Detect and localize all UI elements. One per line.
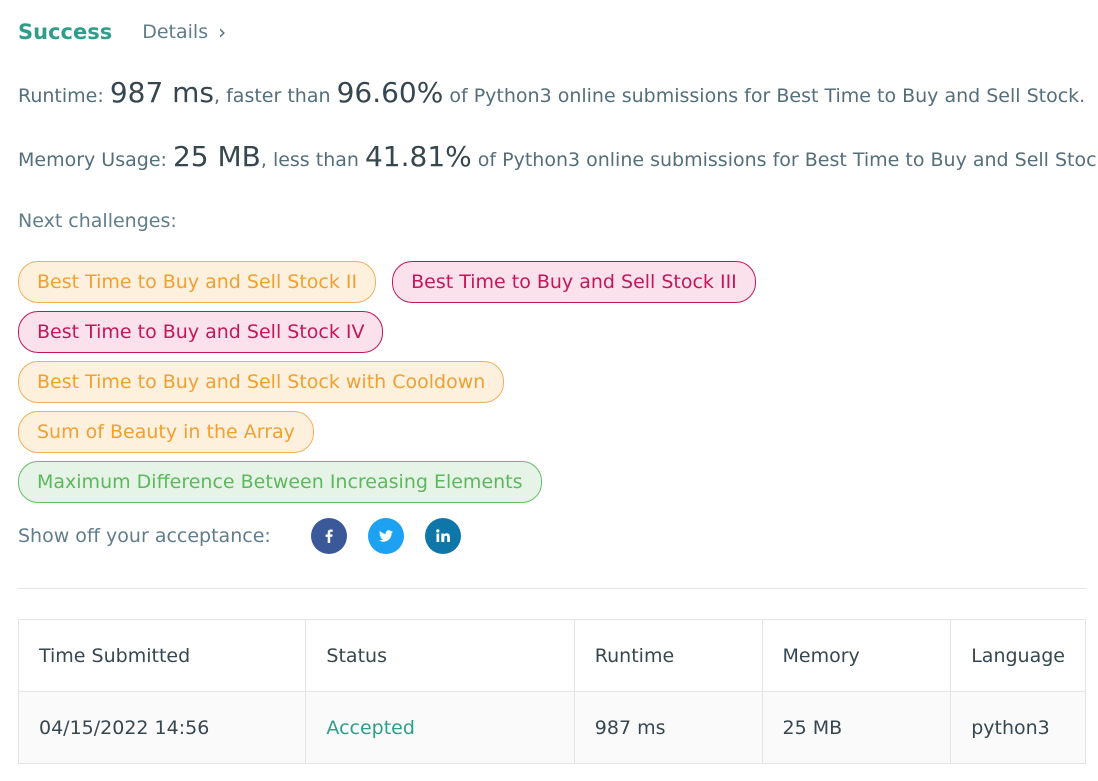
memory-tail: of Python3 online submissions for Best T… bbox=[471, 149, 1098, 171]
memory-mid: , less than bbox=[260, 149, 365, 171]
challenge-tag[interactable]: Best Time to Buy and Sell Stock III bbox=[392, 261, 756, 303]
runtime-percent: 96.60% bbox=[336, 76, 444, 109]
runtime-value: 987 ms bbox=[109, 76, 215, 109]
cell-status-link[interactable]: Accepted bbox=[305, 691, 575, 764]
runtime-mid: , faster than bbox=[214, 85, 337, 107]
memory-value: 25 MB bbox=[172, 140, 261, 173]
challenge-tag[interactable]: Best Time to Buy and Sell Stock with Coo… bbox=[18, 361, 505, 403]
column-header-status[interactable]: Status bbox=[305, 619, 575, 692]
runtime-label: Runtime: bbox=[18, 85, 110, 107]
chevron-right-icon: › bbox=[218, 20, 227, 44]
next-challenges-label: Next challenges: bbox=[18, 210, 177, 232]
share-section: Show off your acceptance: bbox=[18, 516, 482, 556]
table-header-row: Time Submitted Status Runtime Memory Lan… bbox=[17, 619, 1086, 692]
challenge-tag[interactable]: Best Time to Buy and Sell Stock IV bbox=[18, 311, 384, 353]
result-header: Success Details › bbox=[18, 16, 226, 48]
memory-label: Memory Usage: bbox=[18, 149, 173, 171]
facebook-icon[interactable] bbox=[310, 518, 347, 554]
cell-time-submitted: 04/15/2022 14:56 bbox=[17, 691, 307, 764]
memory-percent: 41.81% bbox=[364, 140, 472, 173]
success-title: Success bbox=[18, 20, 113, 44]
divider bbox=[18, 588, 1086, 589]
column-header-memory[interactable]: Memory bbox=[761, 619, 952, 692]
cell-memory: 25 MB bbox=[761, 691, 952, 764]
linkedin-icon[interactable] bbox=[424, 518, 461, 554]
next-challenges-list: Best Time to Buy and Sell Stock II Best … bbox=[18, 261, 778, 511]
column-header-runtime[interactable]: Runtime bbox=[573, 619, 763, 692]
table-row: 04/15/2022 14:56 Accepted 987 ms 25 MB p… bbox=[17, 691, 1086, 764]
memory-stat: Memory Usage: 25 MB, less than 41.81% of… bbox=[18, 140, 1098, 173]
details-link[interactable]: Details › bbox=[142, 20, 226, 44]
column-header-language[interactable]: Language bbox=[950, 619, 1086, 692]
runtime-tail: of Python3 online submissions for Best T… bbox=[443, 85, 1086, 107]
challenge-tag[interactable]: Maximum Difference Between Increasing El… bbox=[18, 461, 542, 503]
share-label: Show off your acceptance: bbox=[18, 525, 271, 547]
runtime-stat: Runtime: 987 ms, faster than 96.60% of P… bbox=[18, 76, 1085, 109]
submissions-table: Time Submitted Status Runtime Memory Lan… bbox=[17, 619, 1086, 764]
cell-language: python3 bbox=[950, 691, 1086, 764]
challenge-tag[interactable]: Sum of Beauty in the Array bbox=[18, 411, 314, 453]
challenge-tag[interactable]: Best Time to Buy and Sell Stock II bbox=[18, 261, 377, 303]
twitter-icon[interactable] bbox=[367, 518, 404, 554]
cell-runtime: 987 ms bbox=[573, 691, 763, 764]
column-header-time[interactable]: Time Submitted bbox=[17, 619, 307, 692]
details-label: Details bbox=[142, 21, 209, 43]
